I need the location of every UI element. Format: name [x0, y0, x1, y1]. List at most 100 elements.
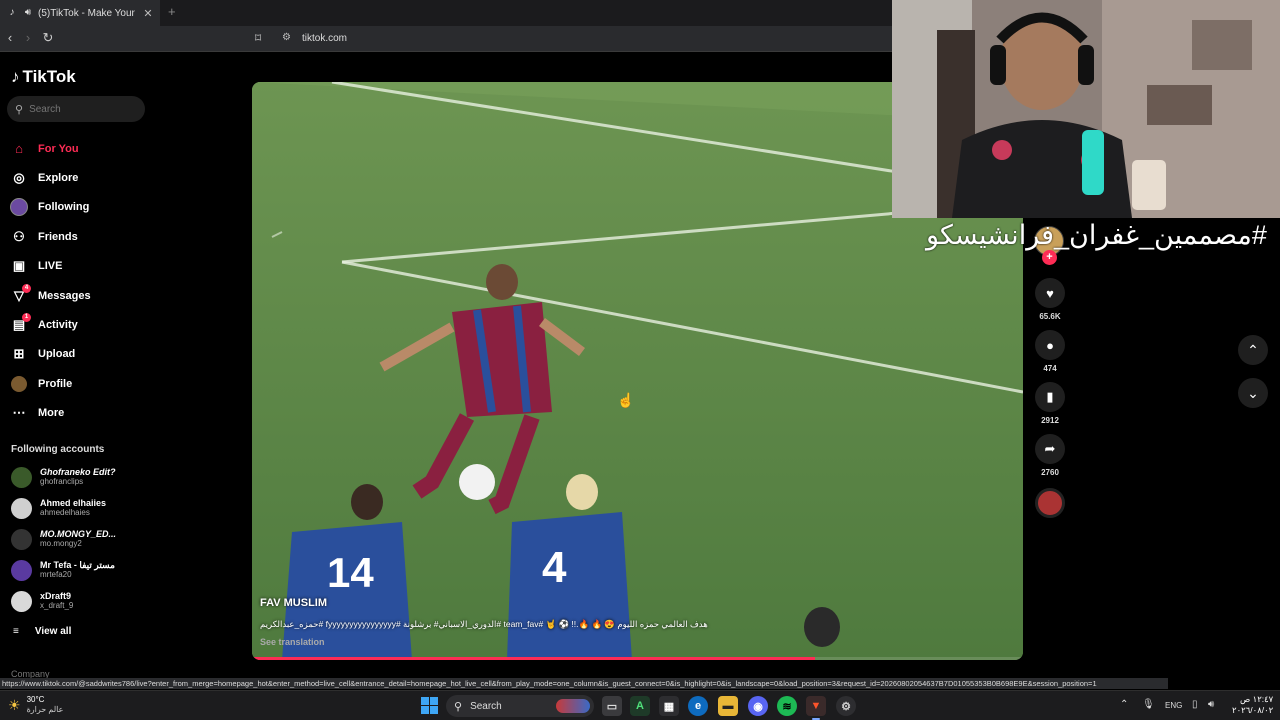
- video-progress-bar[interactable]: [252, 657, 1023, 660]
- following-avatar-icon: [10, 198, 28, 217]
- activity-badge: 1: [22, 313, 31, 323]
- clock[interactable]: ١٢:٤٧ ص ٢٠٢٦/٠٨/٠٢: [1232, 694, 1273, 716]
- forward-icon[interactable]: ›: [20, 30, 36, 46]
- video-description: حمزه_عبدالكريم# fyyyyyyyyyyyyyyyy# الدور…: [260, 619, 708, 629]
- taskbar: ☀ 30°C عالم حرارة ⚲ Search ▭ A ▦ e ▬ ◉ ≋…: [0, 690, 1280, 720]
- friends-icon: ⚇: [13, 228, 25, 244]
- account-name: Ghofraneko Edit?: [40, 467, 116, 477]
- edge-icon[interactable]: e: [688, 696, 708, 716]
- comment-icon: ●: [1035, 330, 1065, 360]
- profile-avatar-icon: [10, 375, 28, 393]
- status-url: https://www.tiktok.com/@saddwrites786/li…: [0, 678, 1168, 689]
- nav-label: Following: [38, 201, 90, 214]
- network-icon[interactable]: ▯: [1192, 699, 1198, 710]
- bookmark-icon[interactable]: ⌑: [255, 31, 261, 45]
- nav-friends[interactable]: ⚇ Friends: [10, 222, 210, 251]
- address-bar[interactable]: tiktok.com: [302, 33, 347, 44]
- video-author[interactable]: FAV MUSLIM: [260, 597, 327, 609]
- nav-label: Messages: [38, 289, 91, 302]
- search-box[interactable]: ⚲: [7, 96, 145, 122]
- task-view-icon[interactable]: ▭: [602, 696, 622, 716]
- language-indicator[interactable]: ENG: [1165, 701, 1182, 710]
- nav-label: Explore: [38, 172, 79, 185]
- weather-icon: ☀: [8, 696, 21, 713]
- nav-upload[interactable]: ⊞ Upload: [10, 340, 210, 369]
- account-handle: ahmedelhaies: [40, 508, 90, 517]
- nav-label: More: [38, 407, 65, 420]
- upload-icon: ⊞: [13, 346, 25, 362]
- reload-icon[interactable]: ↻: [40, 30, 56, 46]
- taskbar-search[interactable]: ⚲ Search: [446, 695, 594, 717]
- discord-icon[interactable]: ◉: [748, 696, 768, 716]
- app-a-icon[interactable]: A: [630, 696, 650, 716]
- following-account[interactable]: xDraft9 x_draft_9: [11, 588, 73, 614]
- video-progress-fill: [252, 657, 815, 660]
- browser-tab[interactable]: ♪ 🔊︎ (5)TikTok - Make Your Day ✕: [0, 0, 160, 26]
- tiktok-logo[interactable]: ♪ TikTok: [11, 67, 76, 87]
- music-disc-icon[interactable]: [1035, 488, 1065, 518]
- svg-text:4: 4: [542, 543, 567, 592]
- temperature: 30°C: [26, 695, 45, 704]
- microphone-icon[interactable]: 🎙︎: [1142, 699, 1155, 710]
- nav-profile[interactable]: Profile: [10, 369, 210, 398]
- site-info-icon[interactable]: ⚙: [282, 32, 291, 43]
- compass-icon: ◎: [13, 170, 25, 186]
- share-button[interactable]: ➦ 2760: [1034, 434, 1066, 477]
- volume-icon[interactable]: 🔊︎: [1208, 699, 1214, 710]
- nav-live[interactable]: ▣ LIVE: [10, 252, 210, 281]
- comment-button[interactable]: ● 474: [1034, 330, 1066, 373]
- folder-icon[interactable]: ▬: [718, 696, 738, 716]
- account-name: Ahmed elhaiies: [40, 498, 107, 508]
- avatar: [11, 559, 32, 581]
- nav-messages[interactable]: ▽ 4 Messages: [10, 281, 210, 310]
- follow-plus-icon[interactable]: +: [1042, 250, 1057, 265]
- view-all-button[interactable]: ≡ View all: [13, 626, 71, 637]
- windows-start-icon[interactable]: [421, 697, 438, 714]
- nav-following[interactable]: Following: [10, 193, 210, 222]
- following-account[interactable]: MO.MONGY_ED... mo.mongy2: [11, 526, 116, 552]
- like-button[interactable]: ♥ 65.6K: [1034, 278, 1066, 321]
- brave-browser-icon[interactable]: ▼: [806, 696, 826, 720]
- nav-more[interactable]: ⋯ More: [10, 399, 210, 428]
- tab-title: (5)TikTok - Make Your Day: [38, 7, 138, 19]
- following-account[interactable]: Ghofraneko Edit? ghofranclips: [11, 464, 116, 490]
- avatar: [11, 466, 32, 488]
- nav-label: Activity: [38, 319, 78, 332]
- nav-label: For You: [38, 142, 79, 155]
- nav-for-you[interactable]: ⌂ For You: [10, 134, 210, 163]
- nav-activity[interactable]: ▤ 1 Activity: [10, 310, 210, 339]
- back-icon[interactable]: ‹: [2, 30, 18, 46]
- nav-explore[interactable]: ◎ Explore: [10, 163, 210, 192]
- webcam-scene: [892, 0, 1280, 218]
- settings-gear-icon[interactable]: ⚙: [836, 696, 856, 716]
- svg-text:14: 14: [327, 549, 374, 596]
- following-account[interactable]: Mr Tefa - مستر تيفا mrtefa20: [11, 557, 115, 583]
- heart-icon: ♥: [1035, 278, 1065, 308]
- spotify-icon[interactable]: ≋: [777, 696, 797, 716]
- close-tab-icon[interactable]: ✕: [142, 7, 154, 20]
- speaker-icon: 🔊︎: [24, 7, 32, 18]
- avatar: [11, 497, 32, 519]
- search-highlight-image: [556, 699, 590, 713]
- overlay-hashtag-text: #مصممين_غفران_فرانشيسكو: [926, 220, 1267, 250]
- comment-count: 474: [1043, 364, 1057, 373]
- chevron-up-icon[interactable]: ⌃: [1238, 335, 1268, 365]
- account-name: xDraft9: [40, 591, 72, 601]
- following-account[interactable]: Ahmed elhaiies ahmedelhaies: [11, 495, 106, 521]
- taskbar-search-label: Search: [470, 700, 502, 712]
- new-tab-button[interactable]: +: [168, 4, 176, 19]
- logo-text: TikTok: [22, 67, 76, 86]
- save-button[interactable]: ▮ 2912: [1034, 382, 1066, 425]
- weather-widget[interactable]: ☀ 30°C عالم حرارة: [8, 695, 63, 715]
- tray-overflow-icon[interactable]: ⌃: [1120, 699, 1128, 710]
- screen: ♪ 🔊︎ (5)TikTok - Make Your Day ✕ + ‹ › ↻…: [0, 0, 1280, 720]
- search-input[interactable]: [29, 103, 130, 115]
- see-translation-link[interactable]: See translation: [260, 637, 325, 647]
- chevron-down-icon[interactable]: ⌄: [1238, 378, 1268, 408]
- like-count: 65.6K: [1039, 312, 1061, 321]
- weather-description: عالم حرارة: [26, 705, 64, 714]
- share-count: 2760: [1041, 468, 1059, 477]
- sidebar: ♪ TikTok ⚲ ⌂ For You ◎ Explore Following…: [0, 52, 240, 679]
- store-icon[interactable]: ▦: [659, 696, 679, 716]
- more-icon: ⋯: [12, 405, 26, 421]
